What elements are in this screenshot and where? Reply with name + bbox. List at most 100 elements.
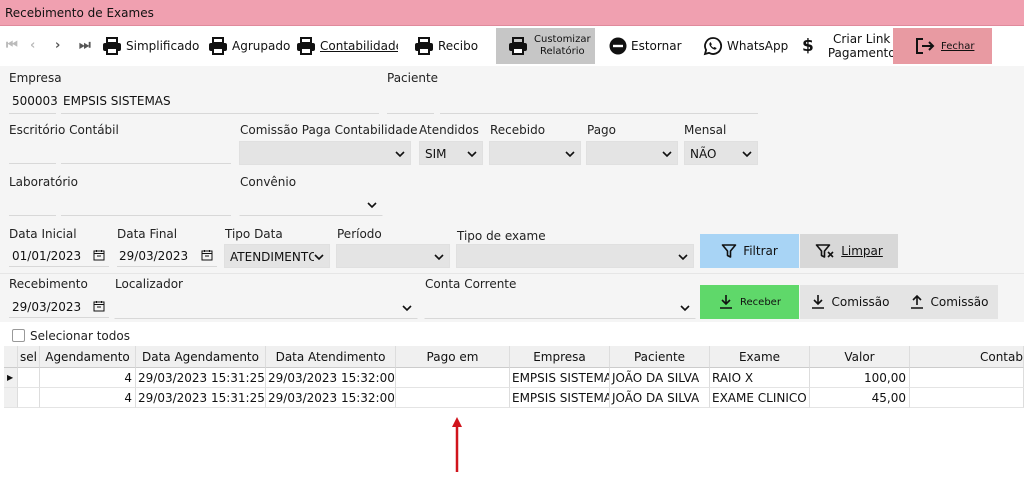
row-2-pago-em[interactable] — [396, 388, 510, 408]
column-header-empresa[interactable]: Empresa — [510, 346, 610, 368]
row-1-pago-em[interactable] — [396, 368, 510, 388]
comissao-paga-label: Comissão Paga Contabilidade — [240, 123, 418, 137]
row-1-data-agendamento[interactable]: 29/03/2023 15:31:25 — [136, 368, 266, 388]
convenio-label: Convênio — [240, 175, 297, 189]
atendidos-value: SIM — [425, 147, 447, 161]
column-header-data-atendimento[interactable]: Data Atendimento — [266, 346, 396, 368]
row-2-sel[interactable] — [18, 388, 40, 408]
estornar-button[interactable]: Estornar — [609, 28, 682, 64]
whatsapp-button[interactable]: WhatsApp — [703, 28, 788, 64]
data-inicial-field[interactable]: 01/01/2023 — [12, 249, 81, 263]
periodo-select[interactable] — [336, 244, 450, 268]
chevron-down-icon — [680, 305, 690, 312]
convenio-select[interactable] — [239, 192, 383, 216]
escritorio-name-field[interactable] — [61, 163, 231, 164]
title-bar: Recebimento de Exames — [0, 0, 1024, 26]
comissao-download-button[interactable]: Comissão — [800, 285, 899, 319]
mensal-select[interactable]: NÃO — [684, 141, 758, 165]
calendar-icon[interactable] — [93, 300, 105, 312]
empresa-label: Empresa — [9, 71, 62, 85]
paciente-name-field[interactable] — [440, 113, 758, 114]
data-final-field[interactable]: 29/03/2023 — [119, 249, 188, 263]
row-1-data-atendimento[interactable]: 29/03/2023 15:32:00 — [266, 368, 396, 388]
contabilidade-label: Contabilidade — [320, 39, 398, 53]
row-1-sel[interactable] — [18, 368, 40, 388]
row-1-paciente[interactable]: JOÃO DA SILVA — [610, 368, 710, 388]
receber-button[interactable]: Receber — [700, 285, 799, 319]
row-2-empresa[interactable]: EMPSIS SISTEMAS — [510, 388, 610, 408]
selecionar-todos-checkbox[interactable] — [12, 329, 25, 342]
recebimento-underline — [9, 317, 109, 318]
localizador-select[interactable] — [114, 295, 418, 319]
comissao-upload-label: Comissão — [930, 295, 989, 309]
tipo-data-select[interactable]: ATENDIMENTO — [224, 244, 330, 268]
column-header-contab[interactable]: Contab — [910, 346, 1024, 368]
filter-icon — [721, 244, 737, 258]
receber-label: Receber — [740, 296, 781, 308]
recebimento-field[interactable]: 29/03/2023 — [12, 300, 81, 314]
column-header-pago-em[interactable]: Pago em — [396, 346, 510, 368]
row-2-data-agendamento[interactable]: 29/03/2023 15:31:25 — [136, 388, 266, 408]
filtrar-button[interactable]: Filtrar — [700, 234, 799, 268]
download-icon — [720, 295, 733, 309]
empresa-code-field[interactable]: 500003 — [12, 94, 58, 108]
laboratorio-name-field[interactable] — [61, 215, 231, 216]
tipo-exame-select[interactable] — [456, 244, 694, 268]
column-header-exame[interactable]: Exame — [710, 346, 810, 368]
recebido-select[interactable] — [489, 141, 581, 165]
row-2-exame[interactable]: EXAME CLINICO OCUPACIONAL — [710, 388, 810, 408]
agrupado-button[interactable]: Agrupado — [208, 28, 290, 64]
chevron-down-icon — [434, 254, 444, 261]
column-header-data-agendamento[interactable]: Data Agendamento — [136, 346, 266, 368]
laboratorio-code-field[interactable] — [9, 215, 56, 216]
column-header-agendamento[interactable]: Agendamento — [40, 346, 136, 368]
criar-link-pagamento-button[interactable]: $ Criar Link Pagamento — [802, 28, 896, 64]
estornar-label: Estornar — [631, 39, 682, 53]
conta-corrente-label: Conta Corrente — [425, 277, 517, 291]
chevron-down-icon — [402, 305, 412, 312]
whatsapp-label: WhatsApp — [727, 39, 789, 53]
exit-icon — [916, 38, 935, 54]
limpar-button[interactable]: Limpar — [800, 234, 898, 268]
column-header-valor[interactable]: Valor — [810, 346, 910, 368]
empresa-name-field[interactable]: EMPSIS SISTEMAS — [63, 94, 171, 108]
column-header-paciente[interactable]: Paciente — [610, 346, 710, 368]
row-1-valor[interactable]: 100,00 — [810, 368, 910, 388]
row-2-indicator — [4, 388, 18, 408]
paciente-code-field[interactable] — [387, 113, 434, 114]
calendar-icon[interactable] — [93, 249, 105, 261]
conta-corrente-select[interactable] — [424, 295, 696, 319]
pago-label: Pago — [587, 123, 617, 137]
row-2-contab[interactable] — [910, 388, 1024, 408]
row-1-empresa[interactable]: EMPSIS SISTEMAS — [510, 368, 610, 388]
escritorio-label: Escritório Contábil — [9, 123, 119, 137]
clear-filter-icon — [815, 244, 834, 258]
chevron-down-icon — [314, 254, 324, 261]
contabilidade-button[interactable]: Contabilidade — [296, 28, 398, 64]
customizar-relatorio-button[interactable]: Customizar Relatório — [496, 28, 595, 64]
upload-icon — [910, 294, 923, 309]
row-1-agendamento[interactable]: 4 — [40, 368, 136, 388]
next-record-icon[interactable]: › — [55, 38, 60, 53]
row-1-contab[interactable] — [910, 368, 1024, 388]
column-header-sel[interactable]: sel — [18, 346, 40, 368]
comissao-upload-button[interactable]: Comissão — [899, 285, 998, 319]
calendar-icon[interactable] — [201, 249, 213, 261]
escritorio-code-field[interactable] — [9, 163, 56, 164]
comissao-paga-select[interactable] — [239, 141, 411, 165]
last-record-icon[interactable]: ⏭ — [79, 38, 91, 53]
recibo-button[interactable]: Recibo — [414, 28, 478, 64]
first-record-icon[interactable]: ⏮ — [6, 38, 18, 53]
row-2-agendamento[interactable]: 4 — [40, 388, 136, 408]
previous-record-icon[interactable]: ‹ — [30, 38, 35, 53]
row-2-paciente[interactable]: JOÃO DA SILVA — [610, 388, 710, 408]
row-2-data-atendimento[interactable]: 29/03/2023 15:32:00 — [266, 388, 396, 408]
pago-select[interactable] — [586, 141, 678, 165]
row-2-valor[interactable]: 45,00 — [810, 388, 910, 408]
fechar-button[interactable]: Fechar — [893, 28, 992, 64]
filter-panel: Empresa 500003 EMPSIS SISTEMAS Paciente … — [0, 66, 1024, 322]
empresa-code-underline — [9, 113, 56, 114]
atendidos-select[interactable]: SIM — [419, 141, 483, 165]
row-1-exame[interactable]: RAIO X — [710, 368, 810, 388]
simplificado-button[interactable]: Simplificado — [102, 28, 199, 64]
